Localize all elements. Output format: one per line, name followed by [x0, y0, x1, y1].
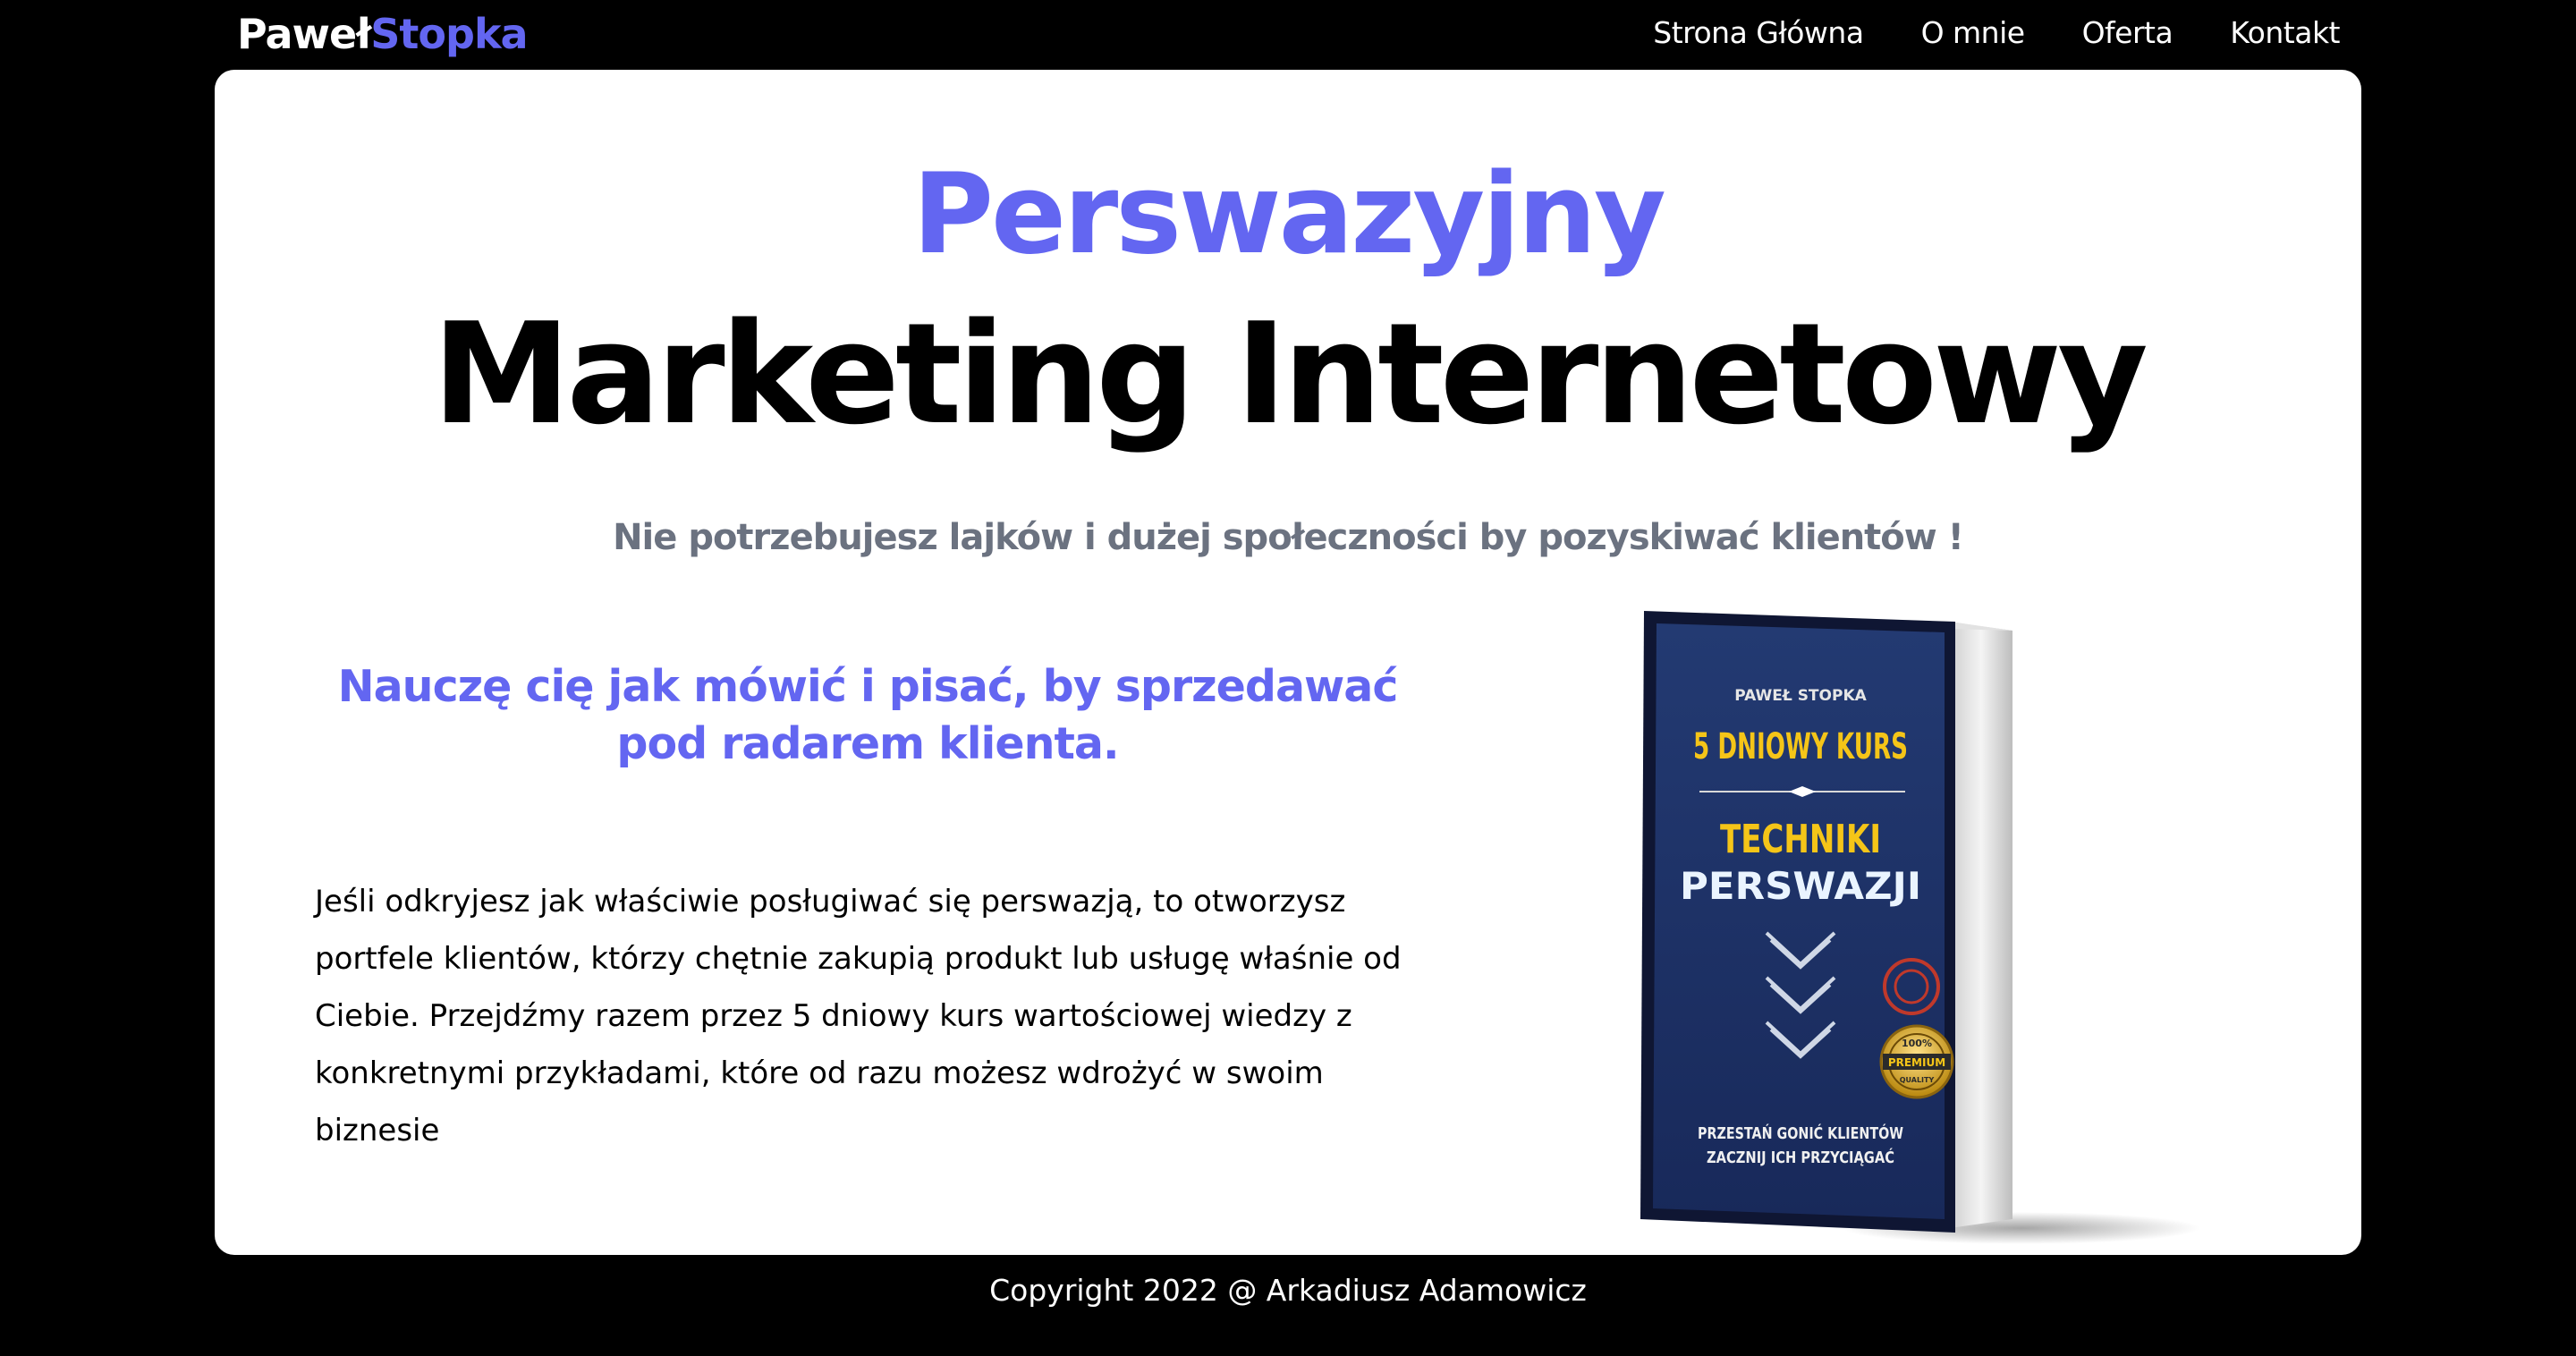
book-course-label: 5 DNIOWY KURS [1693, 726, 1908, 767]
nav-item-home: Strona Główna [1653, 9, 1864, 57]
nav-item-offer: Oferta [2082, 9, 2174, 57]
main-navigation: Strona Główna O mnie Oferta Kontakt [1653, 9, 2340, 57]
logo-text-first: Paweł [237, 10, 371, 58]
premium-badge-icon: 100% PREMIUM QUALITY [1879, 1024, 1954, 1099]
book-title-line2: PERSWAZJI [1680, 864, 1921, 908]
badge-quality: QUALITY [1900, 1076, 1935, 1084]
book-cover-image: PAWEŁ STOPKA 5 DNIOWY KURS TECHNIKI PERS… [1637, 602, 2209, 1246]
footer-copyright: Copyright 2022 @ Arkadiusz Adamowicz [989, 1273, 1587, 1308]
hero-subtitle: Nie potrzebujesz lajków i dużej społeczn… [613, 517, 1964, 558]
site-logo[interactable]: PawełStopka [237, 7, 529, 61]
nav-link-home[interactable]: Strona Główna [1653, 15, 1864, 50]
book-title-line1: TECHNIKI [1720, 817, 1881, 862]
badge-premium: PREMIUM [1888, 1056, 1945, 1069]
book-illustration: PAWEŁ STOPKA 5 DNIOWY KURS TECHNIKI PERS… [1640, 611, 2200, 1244]
hero-accent-heading: Perswazyjny [912, 150, 1666, 279]
nav-link-contact[interactable]: Kontakt [2230, 15, 2340, 50]
logo-text-second: Stopka [370, 10, 528, 58]
nav-link-about[interactable]: O mnie [1921, 15, 2026, 50]
hero-card: Perswazyjny Marketing Internetowy Nie po… [215, 70, 2361, 1255]
nav-item-about: O mnie [1921, 9, 2026, 57]
offer-heading: Nauczę cię jak mówić i pisać, by sprzeda… [337, 661, 1399, 769]
book-tagline-line2: ZACZNIJ ICH PRZYCIĄGAĆ [1707, 1148, 1894, 1167]
book-tagline-line1: PRZESTAŃ GONIĆ KLIENTÓW [1698, 1123, 1903, 1143]
hero-title: Marketing Internetowy [432, 292, 2148, 455]
nav-item-contact: Kontakt [2230, 9, 2340, 57]
book-author: PAWEŁ STOPKA [1734, 687, 1867, 705]
badge-percent: 100% [1902, 1038, 1932, 1049]
offer-description: Jeśli odkryjesz jak właściwie posługiwać… [315, 884, 1402, 1148]
nav-link-offer[interactable]: Oferta [2082, 15, 2174, 50]
